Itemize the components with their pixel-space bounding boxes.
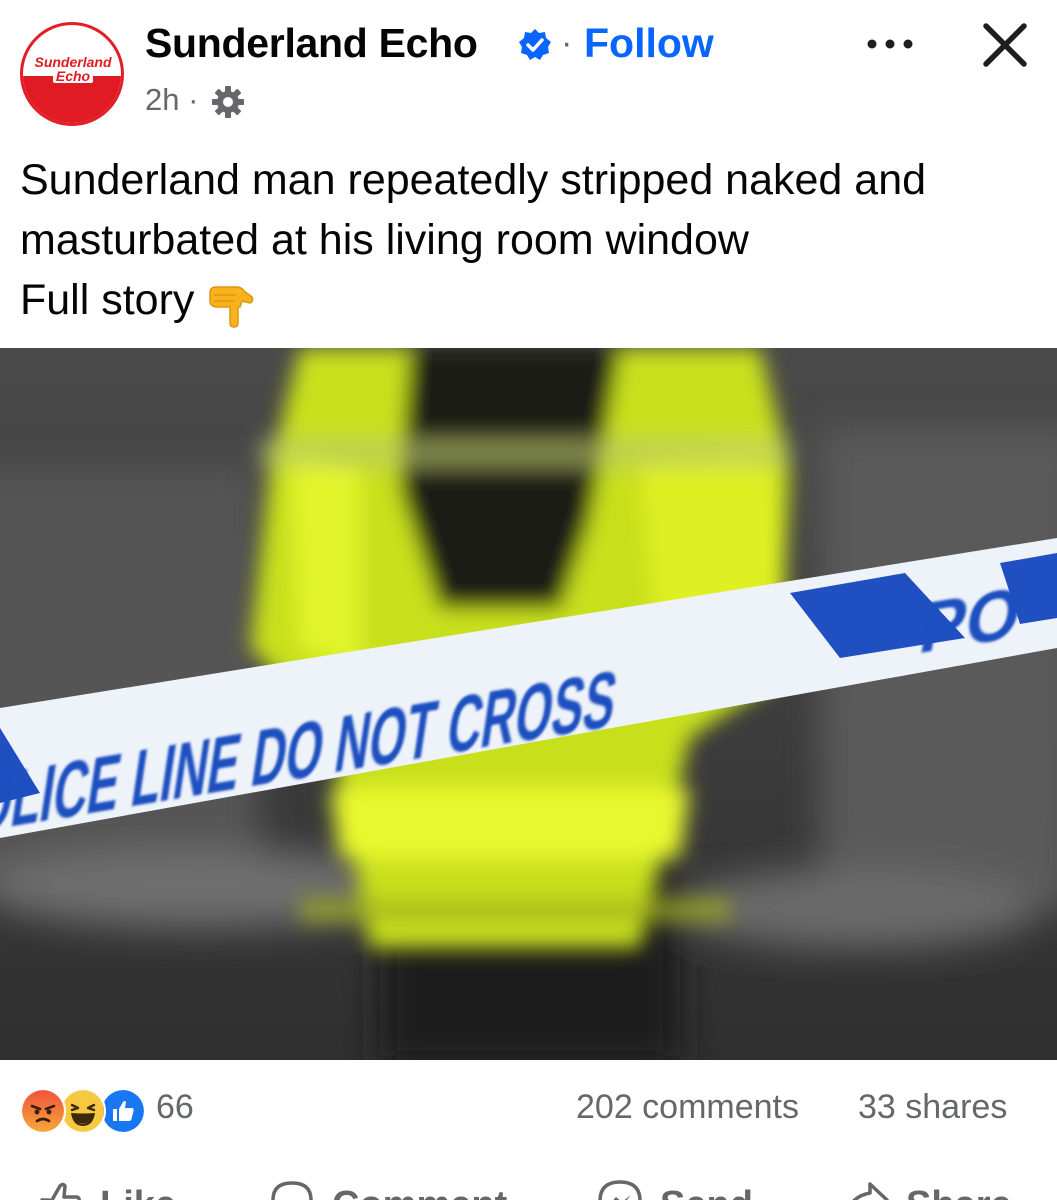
police-tape-photo: POLICE LINE DO NOT CROSS PO (0, 348, 1057, 1060)
post-text-line-3: Full story (20, 270, 1040, 330)
post-actions: Like Comment Send Share (0, 1160, 1057, 1200)
post-text-line-1: Sunderland man repeatedly stripped naked… (20, 156, 927, 204)
avatar-logo: Sunderland Echo (31, 55, 115, 83)
messenger-icon (598, 1180, 642, 1200)
haha-reaction-icon (60, 1088, 106, 1134)
comments-count[interactable]: 202 comments (576, 1088, 799, 1127)
logo-line-2: Echo (53, 69, 93, 83)
post-image[interactable]: POLICE LINE DO NOT CROSS PO (0, 348, 1057, 1060)
follow-separator: · (561, 24, 573, 62)
close-icon[interactable] (978, 18, 1032, 72)
angry-reaction-icon (20, 1088, 66, 1134)
pointing-down-emoji-icon (209, 285, 254, 328)
page-name[interactable]: Sunderland Echo (145, 20, 478, 67)
shares-count[interactable]: 33 shares (858, 1088, 1007, 1127)
logo-line-1: Sunderland (34, 54, 112, 70)
verified-badge-icon (519, 29, 551, 60)
reaction-count[interactable]: 66 (156, 1088, 194, 1127)
send-label: Send (660, 1184, 753, 1200)
share-arrow-icon (852, 1182, 889, 1200)
post-header: Sunderland Echo Sunderland Echo · Follow… (0, 0, 1057, 140)
full-story-text: Full story (20, 276, 195, 324)
comment-bubble-icon (271, 1181, 313, 1200)
reaction-icons[interactable] (20, 1088, 150, 1134)
like-label: Like (100, 1184, 176, 1200)
post-text-line-2: masturbated at his living room window (20, 216, 749, 264)
page-avatar[interactable]: Sunderland Echo (20, 22, 124, 126)
post-text: Sunderland man repeatedly stripped naked… (20, 150, 1040, 330)
follow-button[interactable]: Follow (584, 20, 714, 67)
like-thumb-icon (40, 1182, 81, 1200)
share-label: Share (906, 1184, 1012, 1200)
post-stats: 66 202 comments 33 shares (0, 1068, 1057, 1148)
comment-label: Comment (332, 1184, 507, 1200)
post-time[interactable]: 2h · (145, 82, 198, 117)
like-reaction-icon (100, 1088, 146, 1134)
more-options-icon[interactable] (860, 22, 920, 62)
audience-gear-icon[interactable] (211, 85, 245, 119)
post-meta: 2h · (145, 82, 245, 119)
